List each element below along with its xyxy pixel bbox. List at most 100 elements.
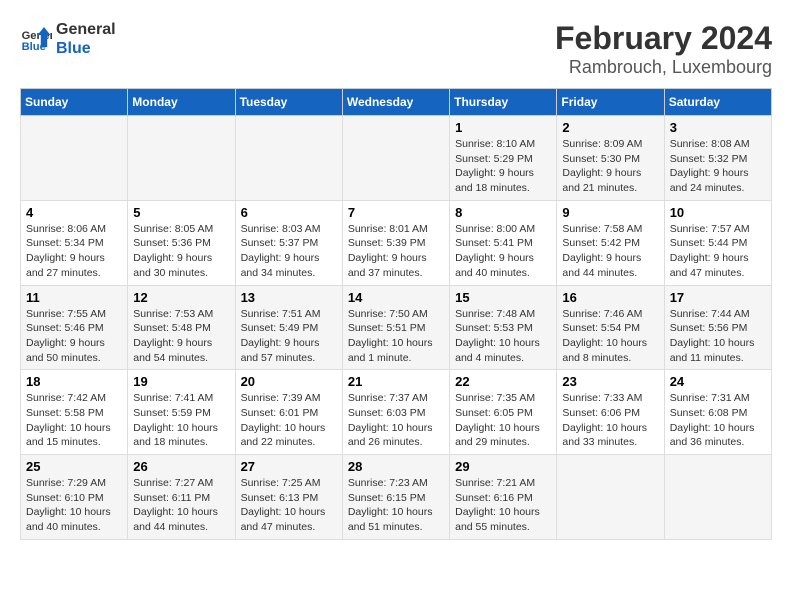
day-number: 22 <box>455 374 551 389</box>
logo-general-text: General <box>56 20 116 39</box>
calendar-cell: 19 Sunrise: 7:41 AM Sunset: 5:59 PM Dayli… <box>128 370 235 455</box>
calendar-cell: 12 Sunrise: 7:53 AM Sunset: 5:48 PM Dayli… <box>128 285 235 370</box>
calendar-cell: 22Sunrise: 7:35 AM Sunset: 6:05 PM Dayli… <box>450 370 557 455</box>
calendar-cell: 23 Sunrise: 7:33 AM Sunset: 6:06 PM Dayli… <box>557 370 664 455</box>
calendar-cell: 1 Sunrise: 8:10 AM Sunset: 5:29 PM Daylig… <box>450 116 557 201</box>
calendar-cell: 9 Sunrise: 7:58 AM Sunset: 5:42 PM Daylig… <box>557 200 664 285</box>
day-info: Sunrise: 8:01 AM Sunset: 5:39 PM Dayligh… <box>348 222 444 281</box>
calendar-cell: 13 Sunrise: 7:51 AM Sunset: 5:49 PM Dayli… <box>235 285 342 370</box>
calendar-cell <box>342 116 449 201</box>
day-number: 24 <box>670 374 766 389</box>
day-info: Sunrise: 8:10 AM Sunset: 5:29 PM Dayligh… <box>455 137 551 196</box>
day-number: 16 <box>562 290 658 305</box>
day-info: Sunrise: 7:39 AM Sunset: 6:01 PM Dayligh… <box>241 391 337 450</box>
day-info: Sunrise: 7:58 AM Sunset: 5:42 PM Dayligh… <box>562 222 658 281</box>
calendar-cell: 21Sunrise: 7:37 AM Sunset: 6:03 PM Dayli… <box>342 370 449 455</box>
week-row-4: 18 Sunrise: 7:42 AM Sunset: 5:58 PM Dayli… <box>21 370 772 455</box>
weekday-header-friday: Friday <box>557 89 664 116</box>
day-number: 7 <box>348 205 444 220</box>
calendar-cell: 14 Sunrise: 7:50 AM Sunset: 5:51 PM Dayli… <box>342 285 449 370</box>
week-row-3: 11 Sunrise: 7:55 AM Sunset: 5:46 PM Dayli… <box>21 285 772 370</box>
calendar-cell: 29 Sunrise: 7:21 AM Sunset: 6:16 PM Dayli… <box>450 455 557 540</box>
day-number: 13 <box>241 290 337 305</box>
calendar-cell: 5Sunrise: 8:05 AM Sunset: 5:36 PM Daylig… <box>128 200 235 285</box>
weekday-header-wednesday: Wednesday <box>342 89 449 116</box>
day-number: 10 <box>670 205 766 220</box>
calendar-cell <box>21 116 128 201</box>
day-number: 11 <box>26 290 122 305</box>
day-number: 9 <box>562 205 658 220</box>
day-number: 14 <box>348 290 444 305</box>
day-info: Sunrise: 7:50 AM Sunset: 5:51 PM Dayligh… <box>348 307 444 366</box>
calendar-table: SundayMondayTuesdayWednesdayThursdayFrid… <box>20 88 772 540</box>
week-row-2: 4 Sunrise: 8:06 AM Sunset: 5:34 PM Daylig… <box>21 200 772 285</box>
day-info: Sunrise: 7:25 AM Sunset: 6:13 PM Dayligh… <box>241 476 337 535</box>
weekday-header-saturday: Saturday <box>664 89 771 116</box>
title-block: February 2024 Rambrouch, Luxembourg <box>555 20 772 78</box>
day-info: Sunrise: 8:00 AM Sunset: 5:41 PM Dayligh… <box>455 222 551 281</box>
calendar-cell: 8 Sunrise: 8:00 AM Sunset: 5:41 PM Daylig… <box>450 200 557 285</box>
day-number: 25 <box>26 459 122 474</box>
day-info: Sunrise: 7:42 AM Sunset: 5:58 PM Dayligh… <box>26 391 122 450</box>
calendar-cell: 15Sunrise: 7:48 AM Sunset: 5:53 PM Dayli… <box>450 285 557 370</box>
weekday-header-sunday: Sunday <box>21 89 128 116</box>
day-number: 2 <box>562 120 658 135</box>
calendar-cell <box>557 455 664 540</box>
day-info: Sunrise: 8:03 AM Sunset: 5:37 PM Dayligh… <box>241 222 337 281</box>
day-info: Sunrise: 7:37 AM Sunset: 6:03 PM Dayligh… <box>348 391 444 450</box>
calendar-cell: 2Sunrise: 8:09 AM Sunset: 5:30 PM Daylig… <box>557 116 664 201</box>
calendar-cell: 6 Sunrise: 8:03 AM Sunset: 5:37 PM Daylig… <box>235 200 342 285</box>
calendar-cell: 27 Sunrise: 7:25 AM Sunset: 6:13 PM Dayli… <box>235 455 342 540</box>
day-info: Sunrise: 7:48 AM Sunset: 5:53 PM Dayligh… <box>455 307 551 366</box>
day-number: 1 <box>455 120 551 135</box>
day-info: Sunrise: 7:21 AM Sunset: 6:16 PM Dayligh… <box>455 476 551 535</box>
day-number: 27 <box>241 459 337 474</box>
logo-icon: General Blue <box>20 23 52 55</box>
calendar-cell: 28 Sunrise: 7:23 AM Sunset: 6:15 PM Dayli… <box>342 455 449 540</box>
weekday-header-tuesday: Tuesday <box>235 89 342 116</box>
day-info: Sunrise: 7:27 AM Sunset: 6:11 PM Dayligh… <box>133 476 229 535</box>
day-number: 3 <box>670 120 766 135</box>
day-info: Sunrise: 7:44 AM Sunset: 5:56 PM Dayligh… <box>670 307 766 366</box>
day-info: Sunrise: 7:31 AM Sunset: 6:08 PM Dayligh… <box>670 391 766 450</box>
day-number: 18 <box>26 374 122 389</box>
day-info: Sunrise: 7:46 AM Sunset: 5:54 PM Dayligh… <box>562 307 658 366</box>
week-row-5: 25 Sunrise: 7:29 AM Sunset: 6:10 PM Dayli… <box>21 455 772 540</box>
day-number: 6 <box>241 205 337 220</box>
day-info: Sunrise: 7:23 AM Sunset: 6:15 PM Dayligh… <box>348 476 444 535</box>
day-info: Sunrise: 7:53 AM Sunset: 5:48 PM Dayligh… <box>133 307 229 366</box>
page-header: General Blue General Blue February 2024 … <box>20 20 772 78</box>
weekday-header-row: SundayMondayTuesdayWednesdayThursdayFrid… <box>21 89 772 116</box>
calendar-cell: 10 Sunrise: 7:57 AM Sunset: 5:44 PM Dayli… <box>664 200 771 285</box>
subtitle: Rambrouch, Luxembourg <box>555 57 772 78</box>
main-title: February 2024 <box>555 20 772 57</box>
calendar-cell: 18 Sunrise: 7:42 AM Sunset: 5:58 PM Dayli… <box>21 370 128 455</box>
day-number: 29 <box>455 459 551 474</box>
day-number: 4 <box>26 205 122 220</box>
calendar-cell: 20 Sunrise: 7:39 AM Sunset: 6:01 PM Dayli… <box>235 370 342 455</box>
calendar-cell <box>664 455 771 540</box>
calendar-cell: 3Sunrise: 8:08 AM Sunset: 5:32 PM Daylig… <box>664 116 771 201</box>
calendar-cell: 16 Sunrise: 7:46 AM Sunset: 5:54 PM Dayli… <box>557 285 664 370</box>
day-info: Sunrise: 8:06 AM Sunset: 5:34 PM Dayligh… <box>26 222 122 281</box>
calendar-cell: 11 Sunrise: 7:55 AM Sunset: 5:46 PM Dayli… <box>21 285 128 370</box>
day-number: 23 <box>562 374 658 389</box>
day-info: Sunrise: 7:29 AM Sunset: 6:10 PM Dayligh… <box>26 476 122 535</box>
day-number: 12 <box>133 290 229 305</box>
weekday-header-thursday: Thursday <box>450 89 557 116</box>
day-number: 19 <box>133 374 229 389</box>
day-info: Sunrise: 7:33 AM Sunset: 6:06 PM Dayligh… <box>562 391 658 450</box>
calendar-cell <box>235 116 342 201</box>
calendar-cell: 7 Sunrise: 8:01 AM Sunset: 5:39 PM Daylig… <box>342 200 449 285</box>
day-info: Sunrise: 7:51 AM Sunset: 5:49 PM Dayligh… <box>241 307 337 366</box>
day-info: Sunrise: 7:41 AM Sunset: 5:59 PM Dayligh… <box>133 391 229 450</box>
day-number: 20 <box>241 374 337 389</box>
day-number: 28 <box>348 459 444 474</box>
day-info: Sunrise: 7:57 AM Sunset: 5:44 PM Dayligh… <box>670 222 766 281</box>
day-number: 5 <box>133 205 229 220</box>
calendar-cell: 4 Sunrise: 8:06 AM Sunset: 5:34 PM Daylig… <box>21 200 128 285</box>
day-number: 8 <box>455 205 551 220</box>
logo: General Blue General Blue <box>20 20 116 58</box>
day-info: Sunrise: 7:55 AM Sunset: 5:46 PM Dayligh… <box>26 307 122 366</box>
logo-blue-text: Blue <box>56 39 116 58</box>
